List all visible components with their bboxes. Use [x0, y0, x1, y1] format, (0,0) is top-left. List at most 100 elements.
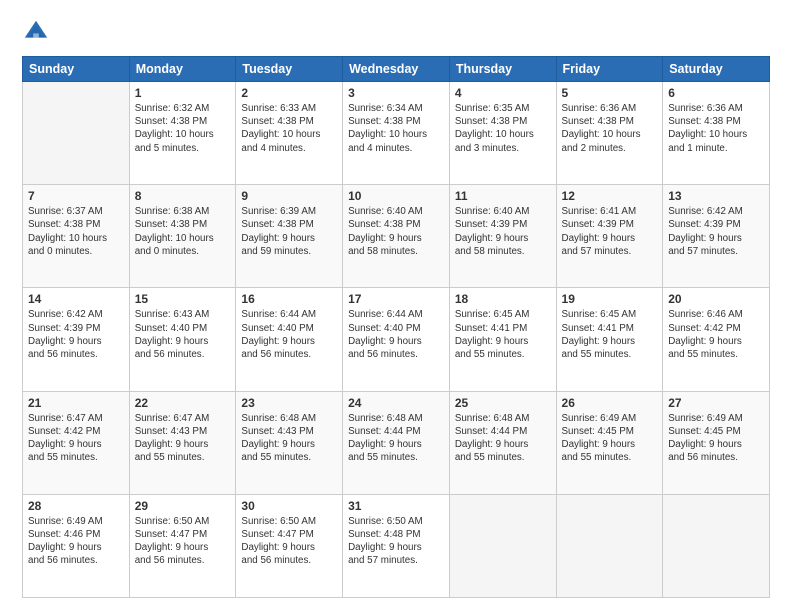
day-detail: Sunrise: 6:45 AMSunset: 4:41 PMDaylight:… [455, 308, 551, 361]
day-number: 8 [135, 189, 231, 203]
day-number: 28 [28, 499, 124, 513]
calendar-header: SundayMondayTuesdayWednesdayThursdayFrid… [23, 57, 770, 82]
day-number: 10 [348, 189, 444, 203]
day-number: 27 [668, 396, 764, 410]
day-detail: Sunrise: 6:49 AMSunset: 4:46 PMDaylight:… [28, 515, 124, 568]
day-detail: Sunrise: 6:47 AMSunset: 4:43 PMDaylight:… [135, 412, 231, 465]
day-detail: Sunrise: 6:40 AMSunset: 4:39 PMDaylight:… [455, 205, 551, 258]
header [22, 18, 770, 46]
calendar-cell: 25 Sunrise: 6:48 AMSunset: 4:44 PMDayligh… [449, 391, 556, 494]
calendar-cell: 28 Sunrise: 6:49 AMSunset: 4:46 PMDayligh… [23, 494, 130, 597]
day-detail: Sunrise: 6:36 AMSunset: 4:38 PMDaylight:… [562, 102, 658, 155]
day-detail: Sunrise: 6:48 AMSunset: 4:43 PMDaylight:… [241, 412, 337, 465]
day-number: 20 [668, 292, 764, 306]
calendar-body: 1 Sunrise: 6:32 AMSunset: 4:38 PMDaylight… [23, 82, 770, 598]
calendar-cell [23, 82, 130, 185]
day-detail: Sunrise: 6:47 AMSunset: 4:42 PMDaylight:… [28, 412, 124, 465]
day-number: 24 [348, 396, 444, 410]
week-row-2: 14 Sunrise: 6:42 AMSunset: 4:39 PMDayligh… [23, 288, 770, 391]
day-number: 9 [241, 189, 337, 203]
day-detail: Sunrise: 6:48 AMSunset: 4:44 PMDaylight:… [348, 412, 444, 465]
calendar-cell: 20 Sunrise: 6:46 AMSunset: 4:42 PMDayligh… [663, 288, 770, 391]
calendar-cell: 26 Sunrise: 6:49 AMSunset: 4:45 PMDayligh… [556, 391, 663, 494]
day-detail: Sunrise: 6:50 AMSunset: 4:47 PMDaylight:… [135, 515, 231, 568]
day-detail: Sunrise: 6:48 AMSunset: 4:44 PMDaylight:… [455, 412, 551, 465]
calendar-cell: 15 Sunrise: 6:43 AMSunset: 4:40 PMDayligh… [129, 288, 236, 391]
weekday-header-tuesday: Tuesday [236, 57, 343, 82]
weekday-header-saturday: Saturday [663, 57, 770, 82]
calendar-cell: 10 Sunrise: 6:40 AMSunset: 4:38 PMDayligh… [343, 185, 450, 288]
calendar-cell: 24 Sunrise: 6:48 AMSunset: 4:44 PMDayligh… [343, 391, 450, 494]
day-number: 19 [562, 292, 658, 306]
day-detail: Sunrise: 6:49 AMSunset: 4:45 PMDaylight:… [668, 412, 764, 465]
calendar-cell: 9 Sunrise: 6:39 AMSunset: 4:38 PMDaylight… [236, 185, 343, 288]
day-detail: Sunrise: 6:49 AMSunset: 4:45 PMDaylight:… [562, 412, 658, 465]
calendar-cell: 29 Sunrise: 6:50 AMSunset: 4:47 PMDayligh… [129, 494, 236, 597]
calendar-cell: 1 Sunrise: 6:32 AMSunset: 4:38 PMDaylight… [129, 82, 236, 185]
day-number: 30 [241, 499, 337, 513]
day-number: 12 [562, 189, 658, 203]
day-number: 25 [455, 396, 551, 410]
week-row-4: 28 Sunrise: 6:49 AMSunset: 4:46 PMDayligh… [23, 494, 770, 597]
day-number: 7 [28, 189, 124, 203]
day-number: 6 [668, 86, 764, 100]
day-detail: Sunrise: 6:37 AMSunset: 4:38 PMDaylight:… [28, 205, 124, 258]
day-detail: Sunrise: 6:43 AMSunset: 4:40 PMDaylight:… [135, 308, 231, 361]
day-number: 21 [28, 396, 124, 410]
calendar-cell: 7 Sunrise: 6:37 AMSunset: 4:38 PMDaylight… [23, 185, 130, 288]
day-detail: Sunrise: 6:50 AMSunset: 4:47 PMDaylight:… [241, 515, 337, 568]
day-number: 3 [348, 86, 444, 100]
calendar-cell: 2Sunrise: 6:33 AMSunset: 4:38 PMDaylight… [236, 82, 343, 185]
day-number: 17 [348, 292, 444, 306]
logo [22, 18, 54, 46]
day-detail: Sunrise: 6:44 AMSunset: 4:40 PMDaylight:… [241, 308, 337, 361]
calendar-cell: 19Sunrise: 6:45 AMSunset: 4:41 PMDayligh… [556, 288, 663, 391]
day-number: 23 [241, 396, 337, 410]
calendar-cell: 23 Sunrise: 6:48 AMSunset: 4:43 PMDayligh… [236, 391, 343, 494]
day-number: 15 [135, 292, 231, 306]
calendar-cell: 18Sunrise: 6:45 AMSunset: 4:41 PMDayligh… [449, 288, 556, 391]
day-detail: Sunrise: 6:35 AMSunset: 4:38 PMDaylight:… [455, 102, 551, 155]
calendar: SundayMondayTuesdayWednesdayThursdayFrid… [22, 56, 770, 598]
week-row-1: 7 Sunrise: 6:37 AMSunset: 4:38 PMDaylight… [23, 185, 770, 288]
calendar-cell: 11 Sunrise: 6:40 AMSunset: 4:39 PMDayligh… [449, 185, 556, 288]
weekday-header-wednesday: Wednesday [343, 57, 450, 82]
day-detail: Sunrise: 6:44 AMSunset: 4:40 PMDaylight:… [348, 308, 444, 361]
calendar-cell: 30 Sunrise: 6:50 AMSunset: 4:47 PMDayligh… [236, 494, 343, 597]
day-detail: Sunrise: 6:40 AMSunset: 4:38 PMDaylight:… [348, 205, 444, 258]
day-number: 22 [135, 396, 231, 410]
weekday-header-thursday: Thursday [449, 57, 556, 82]
day-number: 1 [135, 86, 231, 100]
day-detail: Sunrise: 6:42 AMSunset: 4:39 PMDaylight:… [28, 308, 124, 361]
calendar-cell [556, 494, 663, 597]
day-detail: Sunrise: 6:46 AMSunset: 4:42 PMDaylight:… [668, 308, 764, 361]
weekday-row: SundayMondayTuesdayWednesdayThursdayFrid… [23, 57, 770, 82]
week-row-3: 21 Sunrise: 6:47 AMSunset: 4:42 PMDayligh… [23, 391, 770, 494]
day-number: 11 [455, 189, 551, 203]
day-number: 2 [241, 86, 337, 100]
calendar-cell: 13 Sunrise: 6:42 AMSunset: 4:39 PMDayligh… [663, 185, 770, 288]
calendar-cell [663, 494, 770, 597]
day-number: 14 [28, 292, 124, 306]
calendar-cell: 14 Sunrise: 6:42 AMSunset: 4:39 PMDayligh… [23, 288, 130, 391]
day-number: 29 [135, 499, 231, 513]
day-detail: Sunrise: 6:38 AMSunset: 4:38 PMDaylight:… [135, 205, 231, 258]
day-detail: Sunrise: 6:32 AMSunset: 4:38 PMDaylight:… [135, 102, 231, 155]
calendar-cell: 8 Sunrise: 6:38 AMSunset: 4:38 PMDaylight… [129, 185, 236, 288]
weekday-header-friday: Friday [556, 57, 663, 82]
day-number: 13 [668, 189, 764, 203]
day-number: 5 [562, 86, 658, 100]
day-number: 31 [348, 499, 444, 513]
day-detail: Sunrise: 6:34 AMSunset: 4:38 PMDaylight:… [348, 102, 444, 155]
calendar-cell: 22 Sunrise: 6:47 AMSunset: 4:43 PMDayligh… [129, 391, 236, 494]
calendar-cell: 31Sunrise: 6:50 AMSunset: 4:48 PMDayligh… [343, 494, 450, 597]
day-number: 26 [562, 396, 658, 410]
day-number: 16 [241, 292, 337, 306]
calendar-cell: 6Sunrise: 6:36 AMSunset: 4:38 PMDaylight… [663, 82, 770, 185]
weekday-header-monday: Monday [129, 57, 236, 82]
weekday-header-sunday: Sunday [23, 57, 130, 82]
day-detail: Sunrise: 6:42 AMSunset: 4:39 PMDaylight:… [668, 205, 764, 258]
week-row-0: 1 Sunrise: 6:32 AMSunset: 4:38 PMDaylight… [23, 82, 770, 185]
day-detail: Sunrise: 6:39 AMSunset: 4:38 PMDaylight:… [241, 205, 337, 258]
calendar-cell: 5 Sunrise: 6:36 AMSunset: 4:38 PMDaylight… [556, 82, 663, 185]
